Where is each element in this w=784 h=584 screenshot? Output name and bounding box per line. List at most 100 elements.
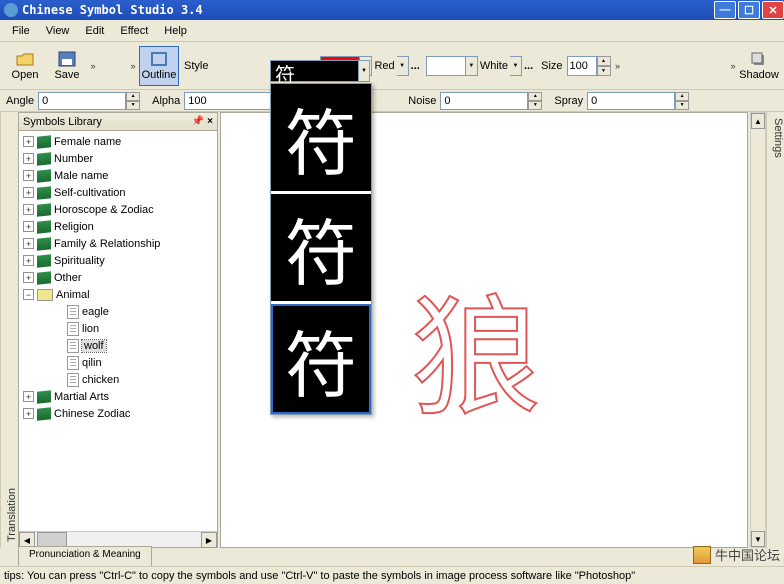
symbol-item[interactable]: eagle [82,306,109,318]
noise-spinner[interactable]: ▲▼ [528,92,542,110]
settings-tab[interactable]: Settings [766,112,784,548]
save-button[interactable]: Save [47,46,87,86]
chevron-down-icon: ▼ [466,56,478,76]
category-label[interactable]: Spirituality [54,255,105,267]
category-label[interactable]: Self-cultivation [54,187,126,199]
color2-control[interactable]: ▼ White ▼ ... [426,56,535,76]
toolbar: Open Save » » Outline Style ▼ Red ▼ ... … [0,42,784,90]
page-icon [67,373,79,387]
style-combo[interactable]: 符 ▼ [270,60,370,82]
angle-input[interactable] [38,92,126,110]
style-option-0[interactable]: 符 [271,84,371,194]
alpha-input[interactable] [184,92,272,110]
size-spinner[interactable]: ▲▼ [597,56,611,76]
symbol-item[interactable]: chicken [82,374,119,386]
size-label: Size [541,60,562,72]
symbol-item[interactable]: lion [82,323,99,335]
category-label[interactable]: Horoscope & Zodiac [54,204,154,216]
canvas-v-scrollbar[interactable]: ▲▼ [750,112,766,548]
symbol-item[interactable]: qilin [82,357,102,369]
shadow-button[interactable]: Shadow [739,46,779,86]
category-label[interactable]: Chinese Zodiac [54,408,130,420]
noise-label: Noise [408,95,436,107]
book-icon [37,169,51,182]
spray-spinner[interactable]: ▲▼ [675,92,689,110]
tree-h-scrollbar[interactable]: ◀▶ [19,531,217,547]
book-icon [37,203,51,216]
pin-icon[interactable]: 📌 [192,116,204,127]
watermark-icon [693,546,711,564]
close-button[interactable]: ✕ [762,1,784,19]
toolbar-overflow-2[interactable]: » [128,61,138,71]
open-folder-icon [16,51,34,67]
expand-icon[interactable]: + [23,391,34,402]
page-icon [67,305,79,319]
menu-view[interactable]: View [38,23,78,39]
book-icon [37,237,51,250]
toolbar-overflow-1[interactable]: » [88,61,98,71]
toolbar-overflow-3[interactable]: » [613,61,623,71]
spray-input[interactable] [587,92,675,110]
color1-name: Red [372,60,396,72]
chevron-down-icon[interactable]: ▼ [397,56,409,76]
category-label[interactable]: Martial Arts [54,391,109,403]
noise-input[interactable] [440,92,528,110]
page-icon [67,322,79,336]
minimize-button[interactable]: — [714,1,736,19]
pronunciation-meaning-tab[interactable]: Pronunciation & Meaning [18,546,152,566]
menu-effect[interactable]: Effect [112,23,156,39]
menu-bar: File View Edit Effect Help [0,20,784,42]
toolbar-overflow-4[interactable]: » [728,61,738,71]
watermark: 牛中国论坛 [693,545,780,564]
book-icon [37,271,51,284]
book-icon [37,220,51,233]
main-glyph: 狼 [411,253,541,441]
title-bar: Chinese Symbol Studio 3.4 — ☐ ✕ [0,0,784,20]
menu-edit[interactable]: Edit [77,23,112,39]
category-label[interactable]: Animal [56,289,90,301]
expand-icon[interactable]: + [23,408,34,419]
collapse-icon[interactable]: − [23,289,34,300]
symbol-item[interactable]: wolf [82,340,106,352]
expand-icon[interactable]: + [23,272,34,283]
outline-button[interactable]: Outline [139,46,179,86]
page-icon [67,356,79,370]
window-title: Chinese Symbol Studio 3.4 [22,3,712,17]
color2-swatch [426,56,466,76]
symbols-library-panel: Symbols Library 📌 × +Female name+Number+… [18,112,218,548]
expand-icon[interactable]: + [23,204,34,215]
category-label[interactable]: Number [54,153,93,165]
category-label[interactable]: Male name [54,170,108,182]
expand-icon[interactable]: + [23,238,34,249]
style-option-2[interactable]: 符 [271,304,371,414]
expand-icon[interactable]: + [23,187,34,198]
expand-icon[interactable]: + [23,153,34,164]
maximize-button[interactable]: ☐ [738,1,760,19]
chevron-down-icon[interactable]: ▼ [510,56,522,76]
expand-icon[interactable]: + [23,136,34,147]
menu-help[interactable]: Help [156,23,195,39]
category-label[interactable]: Religion [54,221,94,233]
status-bar: tips: You can press "Ctrl-C" to copy the… [0,566,784,584]
angle-spinner[interactable]: ▲▼ [126,92,140,110]
panel-close-button[interactable]: × [207,116,213,127]
category-label[interactable]: Family & Relationship [54,238,160,250]
expand-icon[interactable]: + [23,170,34,181]
chevron-down-icon[interactable]: ▼ [358,60,370,82]
category-label[interactable]: Other [54,272,82,284]
size-input[interactable] [567,56,597,76]
category-label[interactable]: Female name [54,136,121,148]
menu-file[interactable]: File [4,23,38,39]
book-icon [37,135,51,148]
book-icon [37,407,51,420]
symbol-tree[interactable]: + Female name + Number + Male name + Self-culti… [19,131,217,531]
expand-icon[interactable]: + [23,221,34,232]
translation-tab[interactable]: Translation [0,112,18,548]
style-option-1[interactable]: 符 [271,194,371,304]
open-button[interactable]: Open [5,46,45,86]
color1-more-button[interactable]: ... [409,60,422,72]
color2-more-button[interactable]: ... [522,60,535,72]
color2-name: White [478,60,510,72]
expand-icon[interactable]: + [23,255,34,266]
shadow-icon [750,51,768,67]
